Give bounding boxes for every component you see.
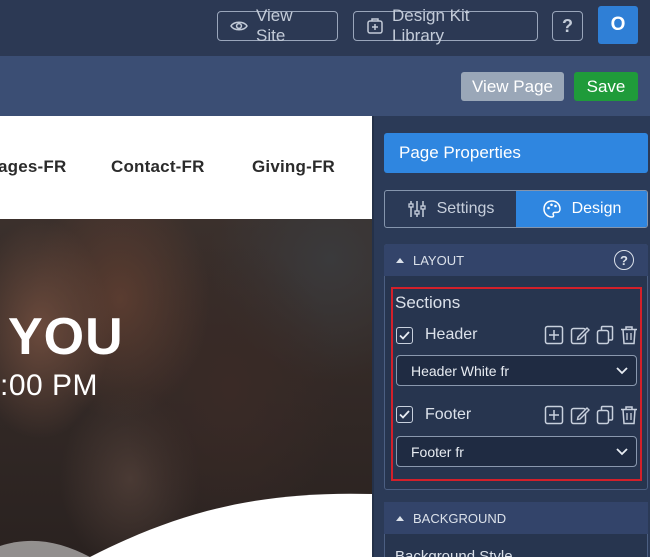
trash-icon[interactable] xyxy=(620,325,638,345)
copy-icon[interactable] xyxy=(596,405,614,425)
palette-icon xyxy=(542,200,561,218)
checkmark-icon xyxy=(399,331,410,340)
caret-up-icon xyxy=(396,257,404,263)
trash-icon[interactable] xyxy=(620,405,638,425)
design-kit-library-button[interactable]: Design Kit Library xyxy=(353,6,538,45)
header-row-actions xyxy=(544,325,638,345)
footer-select[interactable]: Footer fr xyxy=(396,436,637,467)
chevron-down-icon xyxy=(616,367,628,375)
copy-icon[interactable] xyxy=(596,325,614,345)
help-button[interactable]: ? xyxy=(552,11,583,41)
checkmark-icon xyxy=(399,410,410,419)
hero-wave-divider xyxy=(0,493,372,557)
layout-section-header[interactable]: LAYOUT xyxy=(384,244,648,276)
background-section-header[interactable]: BACKGROUND xyxy=(384,502,648,534)
eye-icon xyxy=(230,21,248,31)
view-page-label: View Page xyxy=(472,76,553,96)
view-site-label: View Site xyxy=(256,6,293,45)
edit-icon[interactable] xyxy=(570,405,590,425)
layout-help-icon[interactable]: ? xyxy=(614,250,634,270)
tab-design[interactable]: Design xyxy=(516,191,647,227)
user-avatar[interactable]: O xyxy=(598,6,638,44)
sliders-icon xyxy=(407,201,426,217)
view-site-button[interactable]: View Site xyxy=(217,6,338,45)
help-label: ? xyxy=(562,15,573,36)
footer-row-label: Footer xyxy=(425,406,472,423)
edit-icon[interactable] xyxy=(570,325,590,345)
design-kit-label: Design Kit Library xyxy=(392,6,470,45)
save-button[interactable]: Save xyxy=(574,72,638,101)
footer-select-value: Footer fr xyxy=(411,443,464,460)
footer-row-actions xyxy=(544,405,638,425)
layout-help-label: ? xyxy=(620,252,628,268)
tab-settings-label: Settings xyxy=(436,200,495,217)
add-icon[interactable] xyxy=(544,325,564,345)
page-properties-label: Page Properties xyxy=(399,143,521,162)
tab-design-label: Design xyxy=(571,200,622,217)
sections-title: Sections xyxy=(395,293,461,312)
caret-up-icon xyxy=(396,515,404,521)
background-header-label: BACKGROUND xyxy=(413,510,507,526)
page-preview[interactable]: ages-FR Contact-FR Giving-FR YOU :00 PM xyxy=(0,116,372,557)
avatar-initial: O xyxy=(610,14,626,35)
header-row-label: Header xyxy=(425,326,478,343)
background-style-label: Background Style xyxy=(395,548,513,557)
page-properties-header[interactable]: Page Properties xyxy=(384,133,648,173)
properties-tabs: Settings Design xyxy=(384,190,648,228)
design-kit-icon xyxy=(367,18,383,34)
view-page-button[interactable]: View Page xyxy=(461,72,564,101)
header-select-value: Header White fr xyxy=(411,362,510,379)
tab-settings[interactable]: Settings xyxy=(385,191,516,227)
chevron-down-icon xyxy=(616,448,628,456)
layout-header-label: LAYOUT xyxy=(413,252,465,268)
header-checkbox[interactable] xyxy=(396,327,413,344)
save-label: Save xyxy=(586,76,626,96)
header-select[interactable]: Header White fr xyxy=(396,355,637,386)
footer-checkbox[interactable] xyxy=(396,406,413,423)
add-icon[interactable] xyxy=(544,405,564,425)
